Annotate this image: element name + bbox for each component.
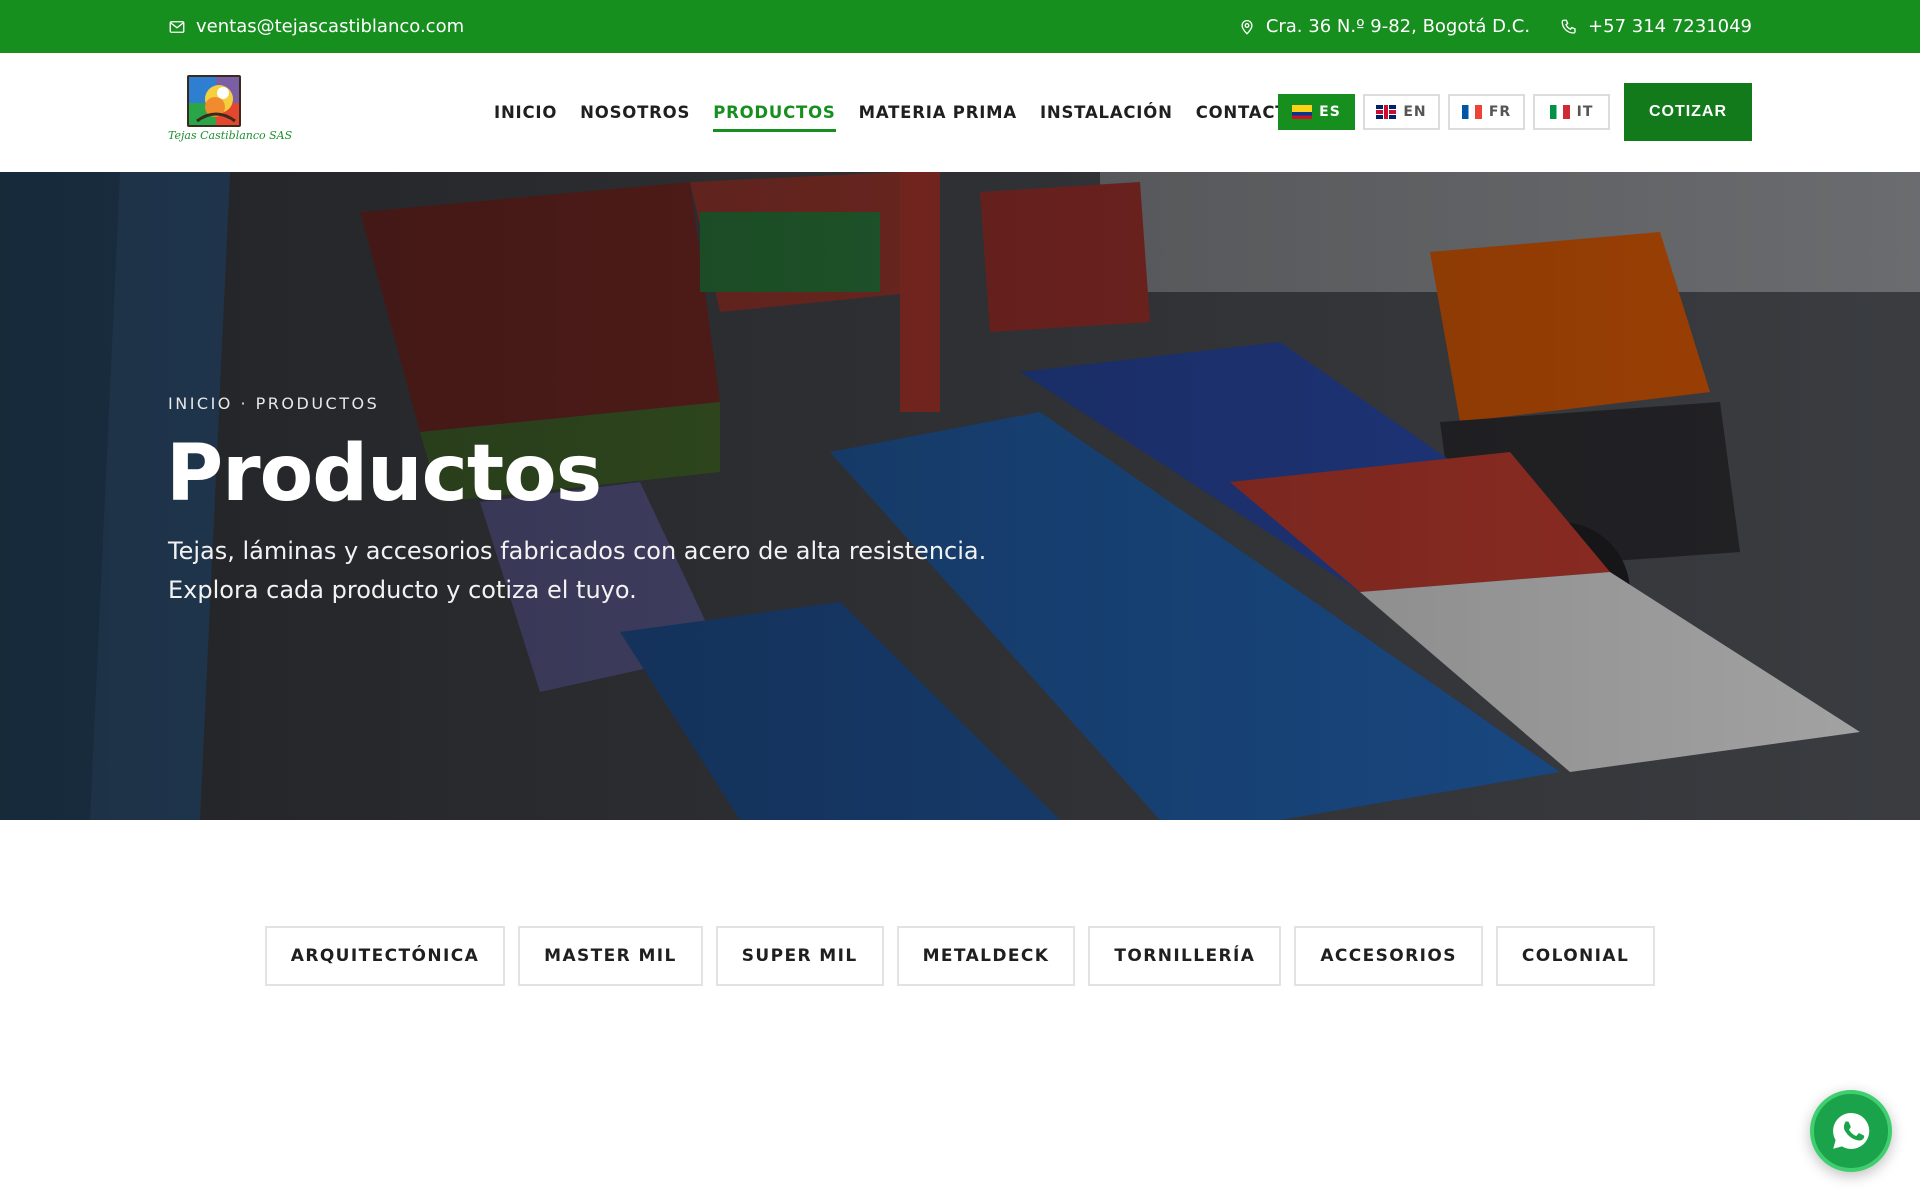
colombia-flag-icon: [1292, 105, 1313, 119]
hero-subtitle: Tejas, láminas y accesorios fabricados c…: [168, 532, 988, 610]
tab-accesorios[interactable]: ACCESORIOS: [1294, 926, 1483, 986]
tab-super-mil[interactable]: SUPER MIL: [715, 926, 884, 986]
lang-en-label: EN: [1403, 104, 1427, 120]
italy-flag-icon: [1549, 105, 1570, 119]
page-title: Productos: [166, 429, 602, 519]
lang-it-label: IT: [1576, 104, 1594, 120]
nav-productos[interactable]: PRODUCTOS: [713, 97, 837, 132]
main-nav: INICIO NOSOTROS PRODUCTOS MATERIA PRIMA …: [494, 53, 1302, 172]
lang-es-button[interactable]: ES: [1278, 94, 1355, 130]
france-flag-icon: [1461, 105, 1482, 119]
nav-instalacion[interactable]: INSTALACIÓN: [1040, 97, 1173, 128]
tab-tornilleria[interactable]: TORNILLERÍA: [1088, 926, 1282, 986]
top-contact-bar: ventas@tejascastiblanco.com Cra. 36 N.º …: [0, 0, 1920, 53]
phone-text: +57 314 7231049: [1588, 16, 1752, 37]
email-text: ventas@tejascastiblanco.com: [196, 16, 465, 37]
address-text: Cra. 36 N.º 9-82, Bogotá D.C.: [1265, 16, 1531, 37]
logo-caption: Tejas Castiblanco SAS: [168, 129, 293, 142]
product-category-tabs: ARQUITECTÓNICA MASTER MIL SUPER MIL META…: [0, 926, 1920, 986]
location-pin-icon: [1241, 19, 1253, 35]
lang-en-button[interactable]: EN: [1363, 94, 1440, 130]
language-switcher: ES EN FR IT: [1278, 94, 1610, 130]
logo-emblem-icon: [189, 77, 239, 125]
whatsapp-icon: [1833, 1113, 1870, 1149]
tab-arquitectonica[interactable]: ARQUITECTÓNICA: [264, 926, 506, 986]
logo-mark: [187, 75, 241, 127]
logo[interactable]: Tejas Castiblanco SAS: [168, 73, 293, 151]
phone-link[interactable]: +57 314 7231049: [1560, 16, 1752, 37]
whatsapp-button[interactable]: [1810, 1090, 1892, 1172]
nav-nosotros[interactable]: NOSOTROS: [580, 97, 690, 128]
nav-materia-prima[interactable]: MATERIA PRIMA: [859, 97, 1017, 128]
email-link[interactable]: ventas@tejascastiblanco.com: [168, 0, 464, 53]
hero-banner: INICIO · PRODUCTOS Productos Tejas, lámi…: [0, 172, 1920, 820]
tab-colonial[interactable]: COLONIAL: [1495, 926, 1656, 986]
tab-metaldeck[interactable]: METALDECK: [896, 926, 1076, 986]
hero-subtitle-line-1: Tejas, láminas y accesorios fabricados c…: [168, 537, 987, 565]
mail-icon: [169, 20, 185, 33]
lang-fr-label: FR: [1488, 104, 1512, 120]
cotizar-button[interactable]: COTIZAR: [1624, 83, 1752, 141]
lang-it-button[interactable]: IT: [1533, 94, 1610, 130]
lang-fr-button[interactable]: FR: [1448, 94, 1525, 130]
site-header: Tejas Castiblanco SAS INICIO NOSOTROS PR…: [0, 53, 1920, 172]
hero-subtitle-line-2: Explora cada producto y cotiza el tuyo.: [168, 576, 637, 604]
nav-inicio[interactable]: INICIO: [494, 97, 557, 128]
address-link[interactable]: Cra. 36 N.º 9-82, Bogotá D.C.: [1238, 16, 1530, 37]
lang-es-label: ES: [1319, 104, 1341, 120]
tab-master-mil[interactable]: MASTER MIL: [518, 926, 703, 986]
phone-icon: [1561, 19, 1576, 34]
breadcrumb: INICIO · PRODUCTOS: [168, 394, 380, 413]
uk-flag-icon: [1376, 105, 1397, 119]
